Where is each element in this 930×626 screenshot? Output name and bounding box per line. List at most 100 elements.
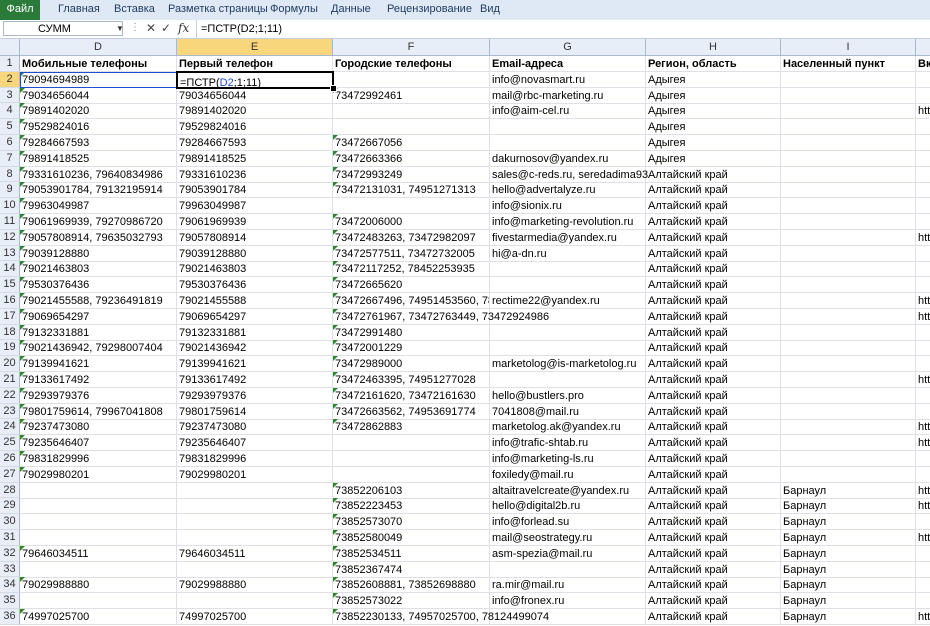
cell-g[interactable]: [490, 340, 646, 357]
cell-f[interactable]: 73472761967, 73472763449, 73472924986: [333, 308, 549, 325]
cell-e[interactable]: 74997025700: [177, 609, 333, 625]
cell-d[interactable]: 79069654297: [20, 308, 177, 325]
cell-f[interactable]: 73472989000: [333, 356, 490, 373]
cell-i[interactable]: Барнаул: [781, 577, 916, 594]
cell-f[interactable]: 73472483263, 73472982097: [333, 229, 490, 246]
cell-h[interactable]: Алтайский край: [646, 498, 781, 515]
cell-h[interactable]: Алтайский край: [646, 372, 781, 388]
header-cell-e[interactable]: Первый телефон: [177, 56, 333, 72]
row-header[interactable]: 35: [0, 593, 20, 609]
cell-d[interactable]: [20, 498, 177, 515]
cell-h[interactable]: Алтайский край: [646, 198, 781, 215]
cell-e[interactable]: 79132331881: [177, 324, 333, 341]
cell-j[interactable]: htt: [916, 483, 930, 499]
cell-d[interactable]: 79801759614, 79967041808: [20, 403, 177, 420]
cell-f[interactable]: 73472663562, 74953691774: [333, 403, 490, 420]
cell-f[interactable]: 73852367474: [333, 561, 490, 578]
row-header[interactable]: 4: [0, 103, 20, 120]
cell-i[interactable]: [781, 214, 916, 230]
cell-h[interactable]: Алтайский край: [646, 229, 781, 246]
cell-j[interactable]: [916, 277, 930, 294]
cell-g[interactable]: [490, 135, 646, 151]
row-header[interactable]: 19: [0, 340, 20, 357]
fill-handle[interactable]: [330, 84, 337, 92]
cell-f[interactable]: 73472862883: [333, 419, 490, 436]
cell-j[interactable]: [916, 562, 930, 578]
cell-d[interactable]: [20, 561, 177, 578]
cell-i[interactable]: Барнаул: [781, 482, 916, 499]
cell-i[interactable]: [781, 198, 916, 215]
cell-g[interactable]: sales@c-reds.ru, seredadima93: [490, 166, 648, 183]
cell-i[interactable]: [781, 403, 916, 420]
insert-function-icon[interactable]: fx: [178, 21, 189, 35]
cell-j[interactable]: [916, 135, 930, 151]
cell-e[interactable]: [177, 593, 333, 610]
name-box[interactable]: СУММ: [3, 21, 123, 36]
cell-d[interactable]: 79021463803: [20, 261, 177, 278]
cell-h[interactable]: Адыгея: [646, 135, 781, 151]
cell-d[interactable]: 79039128880: [20, 245, 177, 262]
cell-e[interactable]: 79069654297: [177, 308, 333, 325]
tab-review[interactable]: Рецензирование: [387, 0, 472, 20]
cell-g[interactable]: mail@rbc-marketing.ru: [490, 87, 646, 104]
cell-e[interactable]: 79801759614: [177, 403, 333, 420]
cell-g[interactable]: info@marketing-revolution.ru: [490, 214, 646, 230]
row-header[interactable]: 12: [0, 229, 20, 246]
cell-j[interactable]: [916, 356, 930, 373]
cell-g[interactable]: [490, 261, 646, 278]
cell-d[interactable]: 79029980201: [20, 466, 177, 483]
row-header[interactable]: 13: [0, 245, 20, 262]
cell-i[interactable]: [781, 451, 916, 467]
tab-insert[interactable]: Вставка: [114, 0, 155, 20]
cell-h[interactable]: Алтайский край: [646, 577, 781, 594]
cell-d[interactable]: 79530376436: [20, 277, 177, 294]
cell-i[interactable]: [781, 229, 916, 246]
cell-f[interactable]: 73472117252, 78452253935: [333, 261, 490, 278]
cell-e[interactable]: 79021463803: [177, 261, 333, 278]
cell-e[interactable]: 79053901784: [177, 182, 333, 199]
cell-d[interactable]: 79053901784, 79132195914: [20, 182, 177, 199]
cell-e[interactable]: 79039128880: [177, 245, 333, 262]
row-header[interactable]: 26: [0, 451, 20, 467]
cell-j[interactable]: [916, 214, 930, 230]
cell-d[interactable]: 79139941621: [20, 356, 177, 373]
cell-d[interactable]: 79646034511: [20, 545, 177, 562]
cell-f[interactable]: 73472993249: [333, 166, 490, 183]
header-cell-g[interactable]: Email-адреса: [490, 56, 646, 72]
row-header[interactable]: 22: [0, 387, 20, 404]
cell-i[interactable]: Барнаул: [781, 609, 916, 625]
cell-d[interactable]: 79331610236, 79640834986: [20, 166, 177, 183]
select-all-corner[interactable]: [0, 39, 20, 56]
row-header[interactable]: 30: [0, 514, 20, 530]
cell-h[interactable]: Алтайский край: [646, 245, 781, 262]
cell-g[interactable]: info@sionix.ru: [490, 198, 646, 215]
cell-e[interactable]: 79235646407: [177, 435, 333, 452]
tab-file[interactable]: Файл: [0, 0, 40, 20]
cell-e[interactable]: 79646034511: [177, 545, 333, 562]
cell-h[interactable]: Алтайский край: [646, 514, 781, 531]
cell-h[interactable]: Алтайский край: [646, 340, 781, 357]
cell-f[interactable]: 73852206103: [333, 482, 490, 499]
cell-h[interactable]: Алтайский край: [646, 166, 781, 183]
cell-j[interactable]: [916, 388, 930, 404]
cell-j[interactable]: [916, 325, 930, 341]
row-header[interactable]: 34: [0, 577, 20, 594]
cell-i[interactable]: [781, 293, 916, 309]
cell-h[interactable]: Алтайский край: [646, 419, 781, 436]
cell-i[interactable]: Барнаул: [781, 545, 916, 562]
cell-f[interactable]: 73472992461: [333, 87, 490, 104]
cell-f[interactable]: 73472663366: [333, 150, 490, 167]
cell-i[interactable]: [781, 71, 916, 88]
cell-f[interactable]: [333, 466, 490, 483]
cell-h[interactable]: Алтайский край: [646, 403, 781, 420]
cell-d[interactable]: 79061969939, 79270986720: [20, 214, 177, 230]
cell-f[interactable]: 73472577511, 73472732005: [333, 245, 490, 262]
chevron-down-icon[interactable]: ▼: [116, 24, 124, 33]
cell-g[interactable]: info@trafic-shtab.ru: [490, 435, 646, 452]
tab-page-layout[interactable]: Разметка страницы: [168, 0, 268, 20]
cell-g[interactable]: info@aim-cel.ru: [490, 103, 646, 120]
cell-e[interactable]: 79029980201: [177, 466, 333, 483]
cell-e[interactable]: 79963049987: [177, 198, 333, 215]
cell-i[interactable]: Барнаул: [781, 561, 916, 578]
cell-e[interactable]: 79021436942: [177, 340, 333, 357]
